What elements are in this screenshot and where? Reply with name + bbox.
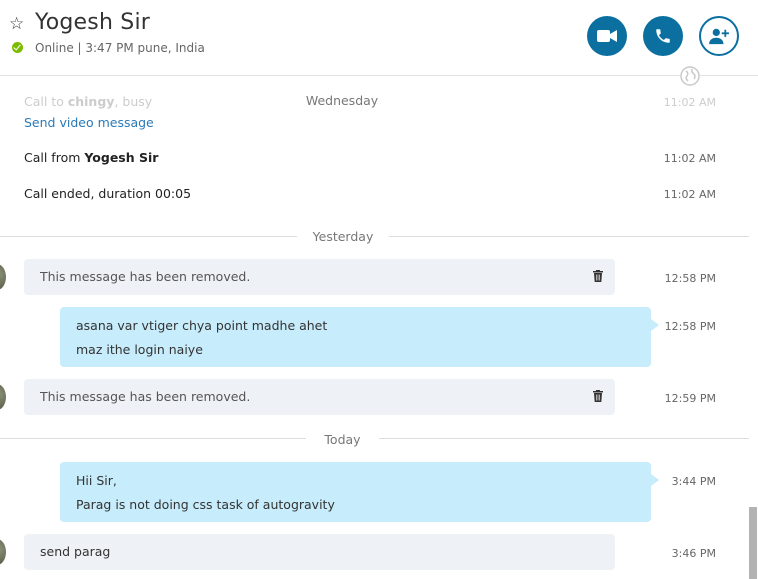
video-call-icon: [597, 30, 617, 42]
message-time: 12:58 PM: [664, 272, 716, 285]
send-video-message-link[interactable]: Send video message: [24, 115, 154, 130]
message-time: 3:44 PM: [671, 475, 716, 488]
phone-icon: [656, 29, 670, 43]
avatar[interactable]: [0, 539, 6, 565]
message-text: This message has been removed.: [40, 269, 251, 284]
contact-name[interactable]: Yogesh Sir: [35, 10, 150, 35]
divider: [379, 438, 749, 439]
message-time: 12:58 PM: [664, 320, 716, 333]
message-time: 11:02 AM: [663, 152, 716, 165]
avatar[interactable]: [0, 384, 6, 410]
video-call-button[interactable]: [587, 16, 627, 56]
incoming-message-bubble[interactable]: send parag: [24, 534, 615, 570]
call-from-entry: Call from Yogesh Sir: [24, 150, 159, 165]
message-time: 11:02 AM: [663, 188, 716, 201]
removed-message-bubble[interactable]: This message has been removed.: [24, 259, 615, 295]
online-status-icon: [12, 42, 23, 53]
globe-icon[interactable]: [680, 66, 700, 86]
status-text: Online | 3:47 PM pune, India: [35, 41, 205, 55]
message-text: Hii Sir,: [76, 473, 117, 488]
divider: [0, 438, 306, 439]
message-text: Parag is not doing css task of autogravi…: [76, 497, 335, 512]
message-time: 11:02 AM: [663, 96, 716, 109]
day-label-wednesday: Wednesday: [305, 93, 379, 108]
add-contact-icon: [709, 28, 729, 45]
outgoing-message-bubble[interactable]: Hii Sir, Parag is not doing css task of …: [60, 462, 659, 522]
faded-call-entry: Call to chingy, busy: [24, 94, 153, 109]
day-label-today: Today: [324, 432, 361, 447]
message-text: send parag: [40, 544, 111, 559]
message-time: 3:46 PM: [671, 547, 716, 560]
message-text: asana var vtiger chya point madhe ahet: [76, 318, 328, 333]
outgoing-message-bubble[interactable]: asana var vtiger chya point madhe ahet m…: [60, 307, 659, 367]
trash-icon[interactable]: [593, 270, 603, 282]
divider: [0, 236, 297, 237]
message-text: This message has been removed.: [40, 389, 251, 404]
call-ended-entry: Call ended, duration 00:05: [24, 186, 192, 201]
add-contact-button[interactable]: [699, 16, 739, 56]
message-time: 12:59 PM: [664, 392, 716, 405]
divider: [389, 236, 749, 237]
star-icon[interactable]: ☆: [9, 14, 24, 34]
avatar[interactable]: [0, 264, 6, 290]
trash-icon[interactable]: [593, 390, 603, 402]
removed-message-bubble[interactable]: This message has been removed.: [24, 379, 615, 415]
message-text: maz ithe login naiye: [76, 342, 203, 357]
audio-call-button[interactable]: [643, 16, 683, 56]
scrollbar-thumb[interactable]: [749, 507, 757, 579]
day-label-yesterday: Yesterday: [312, 229, 374, 244]
conversation-header: ☆ Yogesh Sir Online | 3:47 PM pune, Indi…: [0, 0, 758, 76]
